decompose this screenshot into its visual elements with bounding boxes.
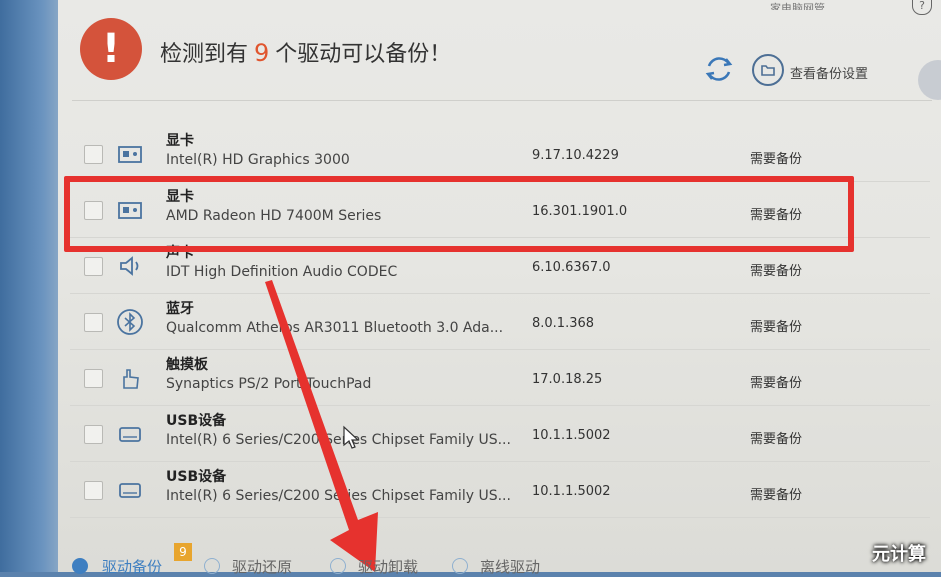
touchpad-icon: [123, 369, 139, 389]
title-suffix: 个驱动可以备份！: [275, 42, 452, 67]
row-divider: [70, 461, 930, 462]
row-divider: [70, 293, 930, 294]
backup-status: 需要备份: [750, 264, 803, 279]
mouse-cursor: [343, 425, 360, 449]
folder-icon[interactable]: [752, 54, 784, 86]
driver-version: 6.10.6367.0: [532, 260, 611, 275]
top-partial-text: 家电脑网管: [770, 2, 825, 10]
driver-row[interactable]: USB设备 Intel(R) 6 Series/C200 Series Chip…: [70, 408, 930, 462]
backup-count-badge: 9: [174, 543, 192, 561]
row-divider: [70, 349, 930, 350]
driver-count: 9: [254, 39, 270, 67]
driver-category: USB设备: [166, 413, 227, 429]
driver-name: Intel(R) HD Graphics 3000: [166, 152, 350, 168]
tab-driver-uninstall[interactable]: 驱动卸载: [358, 556, 418, 577]
usb-drive-icon: [119, 427, 141, 442]
row-checkbox[interactable]: [84, 425, 103, 444]
backup-status: 需要备份: [750, 488, 803, 503]
highlight-box: [64, 176, 854, 252]
refresh-icon[interactable]: [702, 52, 736, 86]
row-checkbox[interactable]: [84, 369, 103, 388]
tab-driver-backup[interactable]: 驱动备份: [102, 556, 162, 577]
display-card-icon: [118, 146, 142, 163]
divider: [72, 100, 932, 101]
backup-status: 需要备份: [750, 432, 803, 447]
driver-name: Qualcomm Atheros AR3011 Bluetooth 3.0 Ad…: [166, 320, 504, 336]
row-checkbox[interactable]: [84, 257, 103, 276]
driver-category: 显卡: [166, 133, 194, 149]
row-checkbox[interactable]: [84, 481, 103, 500]
row-checkbox[interactable]: [84, 313, 103, 332]
tab-driver-restore[interactable]: 驱动还原: [232, 556, 292, 577]
tab-offline-driver[interactable]: 离线驱动: [480, 556, 540, 577]
driver-row[interactable]: 显卡 Intel(R) HD Graphics 3000 9.17.10.422…: [70, 128, 930, 182]
warning-icon: !: [80, 18, 142, 80]
driver-version: 10.1.1.5002: [532, 428, 611, 443]
row-divider: [70, 405, 930, 406]
driver-category: 触摸板: [166, 357, 208, 373]
screen-bezel: [0, 0, 60, 572]
driver-row[interactable]: 蓝牙 Qualcomm Atheros AR3011 Bluetooth 3.0…: [70, 296, 930, 350]
watermark: 元计算: [872, 544, 926, 565]
row-checkbox[interactable]: [84, 145, 103, 164]
driver-row[interactable]: USB设备 Intel(R) 6 Series/C200 Series Chip…: [70, 464, 930, 518]
driver-category: 蓝牙: [166, 301, 194, 317]
driver-row[interactable]: 触摸板 Synaptics PS/2 Port TouchPad 17.0.18…: [70, 352, 930, 406]
driver-name: Synaptics PS/2 Port TouchPad: [166, 376, 372, 392]
view-backup-settings-link[interactable]: 查看备份设置: [790, 63, 868, 82]
bluetooth-icon: [117, 309, 143, 335]
driver-version: 9.17.10.4229: [532, 148, 619, 163]
row-divider: [70, 517, 930, 518]
driver-version: 8.0.1.368: [532, 316, 595, 331]
driver-name: IDT High Definition Audio CODEC: [166, 264, 398, 280]
driver-name: Intel(R) 6 Series/C200 Series Chipset Fa…: [166, 488, 511, 504]
driver-version: 10.1.1.5002: [532, 484, 611, 499]
page-title: 检测到有 9 个驱动可以备份！: [160, 36, 451, 68]
driver-category: USB设备: [166, 469, 227, 485]
driver-name: Intel(R) 6 Series/C200 Series Chipset Fa…: [166, 432, 511, 448]
speaker-icon: [120, 256, 139, 276]
title-prefix: 检测到有: [160, 42, 249, 67]
usb-drive-icon: [119, 483, 141, 498]
driver-version: 17.0.18.25: [532, 372, 603, 387]
backup-status: 需要备份: [750, 152, 803, 167]
backup-status: 需要备份: [750, 376, 803, 391]
backup-status: 需要备份: [750, 320, 803, 335]
